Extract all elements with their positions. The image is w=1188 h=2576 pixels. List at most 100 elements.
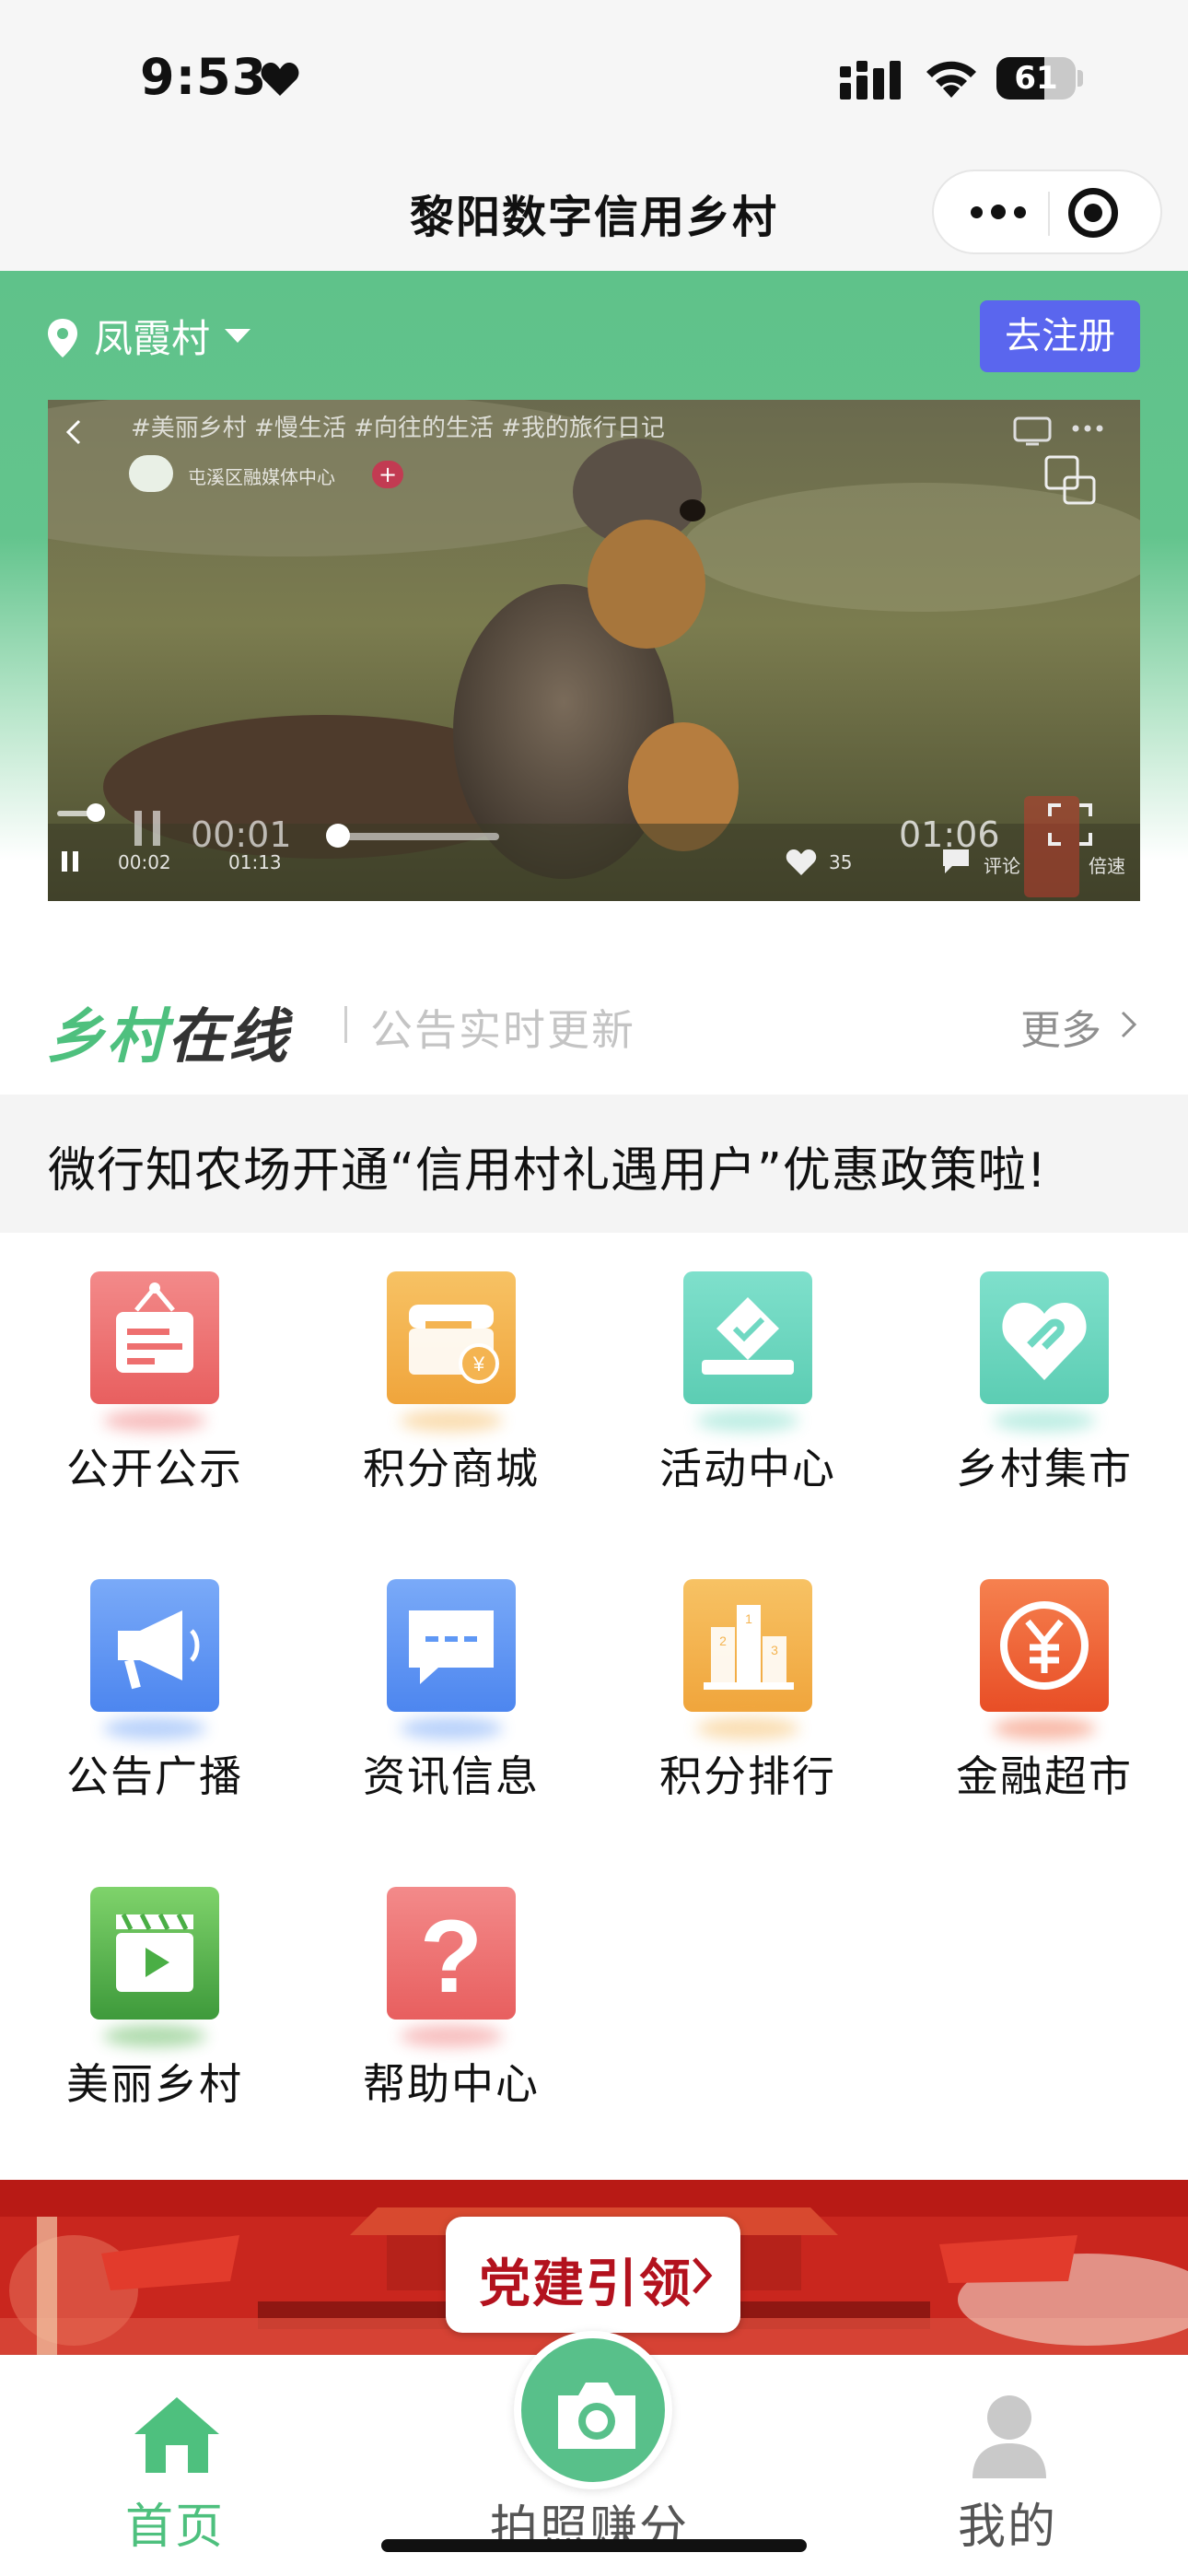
heart-icon (261, 63, 299, 96)
battery-percent: 61 (1014, 60, 1058, 97)
grid-item-public-notice[interactable]: 公开公示 (13, 1271, 271, 1548)
home-icon[interactable] (131, 2394, 223, 2475)
grid-item-village-market[interactable]: 乡村集市 (903, 1271, 1160, 1548)
ballot-box-icon (683, 1271, 812, 1404)
tv-cast-icon[interactable] (1013, 415, 1052, 446)
announcement-subtitle: 公告实时更新 (370, 1005, 635, 1055)
back-icon[interactable] (63, 418, 83, 446)
logo-part1: 乡村 (46, 1003, 168, 1071)
yen-coin-icon (980, 1579, 1109, 1712)
channel-name: 屯溪区融媒体中心 (188, 466, 335, 488)
app-page: 9:53 61 黎阳数字信用乡村 凤霞村 去注册 #美丽乡村 #慢生活 #向往的… (0, 0, 1188, 2576)
user-icon[interactable] (969, 2392, 1050, 2480)
icon-shadow (400, 1410, 503, 1432)
svg-text:1: 1 (745, 1611, 752, 1626)
svg-text:¥: ¥ (472, 1352, 485, 1376)
camera-button[interactable] (514, 2331, 672, 2489)
video-player[interactable]: #美丽乡村 #慢生活 #向往的生活 #我的旅行日记 屯溪区融媒体中心 + 00:… (48, 400, 1140, 901)
grid-item-label: 帮助中心 (363, 2059, 540, 2109)
grid-item-finance-market[interactable]: 金融超市 (903, 1579, 1160, 1856)
video-hashtags: #美丽乡村 #慢生活 #向往的生活 #我的旅行日记 (131, 415, 665, 442)
grid-item-label: 公告广播 (66, 1751, 243, 1801)
grid-item-broadcast[interactable]: 公告广播 (13, 1579, 271, 1856)
page-title: 黎阳数字信用乡村 (409, 192, 778, 243)
speed-label[interactable]: 倍速 (1089, 851, 1125, 878)
chevron-down-icon[interactable] (223, 326, 252, 346)
video-time-small-b: 01:13 (228, 851, 282, 873)
grid-item-label: 美丽乡村 (66, 2059, 243, 2109)
grid-item-label: 资讯信息 (363, 1751, 540, 1801)
grid-item-label: 积分商城 (363, 1444, 540, 1493)
party-building-button[interactable]: 党建引领 (446, 2217, 740, 2333)
announcement-text[interactable]: 微行知农场开通“信用村礼遇用户”优惠政策啦! (48, 1131, 1047, 1200)
megaphone-icon (90, 1579, 219, 1712)
shop-icon: ¥ (387, 1271, 516, 1404)
video-seek-track[interactable] (333, 833, 499, 840)
wifi-icon (926, 61, 976, 98)
grid-item-label: 乡村集市 (956, 1444, 1133, 1493)
camera-icon (558, 2383, 635, 2449)
battery-indicator: 61 (996, 57, 1076, 100)
capsule-divider (1048, 192, 1050, 236)
svg-text:?: ? (420, 1899, 483, 2014)
pause-small-icon[interactable] (59, 849, 81, 873)
nav-bar: 黎阳数字信用乡村 (0, 157, 1188, 271)
video-more-icon[interactable] (1072, 424, 1103, 433)
mini-program-capsule (932, 170, 1162, 254)
icon-shadow (103, 1717, 206, 1739)
icon-shadow (103, 2025, 206, 2047)
notice-board-icon (90, 1271, 219, 1404)
like-count: 35 (829, 851, 853, 873)
battery-cap (1077, 70, 1083, 87)
video-seek-knob[interactable] (326, 824, 350, 848)
icon-shadow (103, 1410, 206, 1432)
header-divider (344, 1006, 347, 1043)
icon-shadow (696, 1717, 799, 1739)
comment-icon[interactable] (939, 846, 973, 875)
grid-item-news[interactable]: 资讯信息 (309, 1579, 567, 1856)
video-time-small-a: 00:02 (118, 851, 171, 873)
more-link[interactable]: 更多 (1020, 997, 1101, 1056)
video-clapper-icon (90, 1887, 219, 2020)
svg-text:2: 2 (719, 1633, 727, 1648)
video-progress-knob[interactable] (87, 803, 105, 822)
comment-label[interactable]: 评论 (984, 851, 1020, 878)
logo-part2: 在线 (168, 1003, 289, 1071)
tab-home[interactable]: 首页 (125, 2488, 225, 2557)
follow-button[interactable]: + (372, 461, 403, 488)
icon-shadow (993, 1717, 1096, 1739)
svg-text:3: 3 (771, 1643, 778, 1657)
pause-icon[interactable] (129, 809, 166, 848)
status-bar: 9:53 61 (0, 0, 1188, 157)
chevron-right-icon[interactable] (1118, 1008, 1140, 1041)
icon-shadow (993, 1410, 1096, 1432)
village-selector[interactable]: 凤霞村 (94, 308, 210, 364)
pip-icon[interactable] (1044, 455, 1098, 507)
grid-item-points-mall[interactable]: ¥ 积分商城 (309, 1271, 567, 1548)
heart-hands-icon (980, 1271, 1109, 1404)
podium-icon: 1 2 3 (683, 1579, 812, 1712)
more-options-button[interactable] (952, 171, 1044, 252)
grid-item-label: 积分排行 (659, 1751, 836, 1801)
grid-item-label: 金融超市 (956, 1751, 1133, 1801)
grid-item-label: 公开公示 (66, 1444, 243, 1493)
register-button[interactable]: 去注册 (980, 300, 1140, 372)
village-online-logo: 乡村在线 (46, 989, 289, 1074)
icon-shadow (400, 2025, 503, 2047)
grid-item-label: 活动中心 (659, 1444, 836, 1493)
chevron-right-icon (693, 2257, 713, 2294)
chat-bubble-icon (387, 1579, 516, 1712)
grid-item-ranking[interactable]: 1 2 3 积分排行 (606, 1579, 864, 1856)
close-mini-program-button[interactable] (1068, 188, 1118, 238)
signal-icon (840, 61, 901, 100)
grid-item-activity-center[interactable]: 活动中心 (606, 1271, 864, 1548)
icon-shadow (696, 1410, 799, 1432)
grid-item-help-center[interactable]: ? 帮助中心 (309, 1887, 567, 2163)
tab-me[interactable]: 我的 (958, 2488, 1057, 2557)
like-icon[interactable] (785, 848, 818, 877)
grid-item-beautiful-village[interactable]: 美丽乡村 (13, 1887, 271, 2163)
fullscreen-icon[interactable] (1046, 802, 1094, 848)
channel-logo (129, 455, 173, 492)
video-current-time: 00:01 (191, 814, 292, 855)
party-building-label: 党建引领 (479, 2254, 693, 2314)
